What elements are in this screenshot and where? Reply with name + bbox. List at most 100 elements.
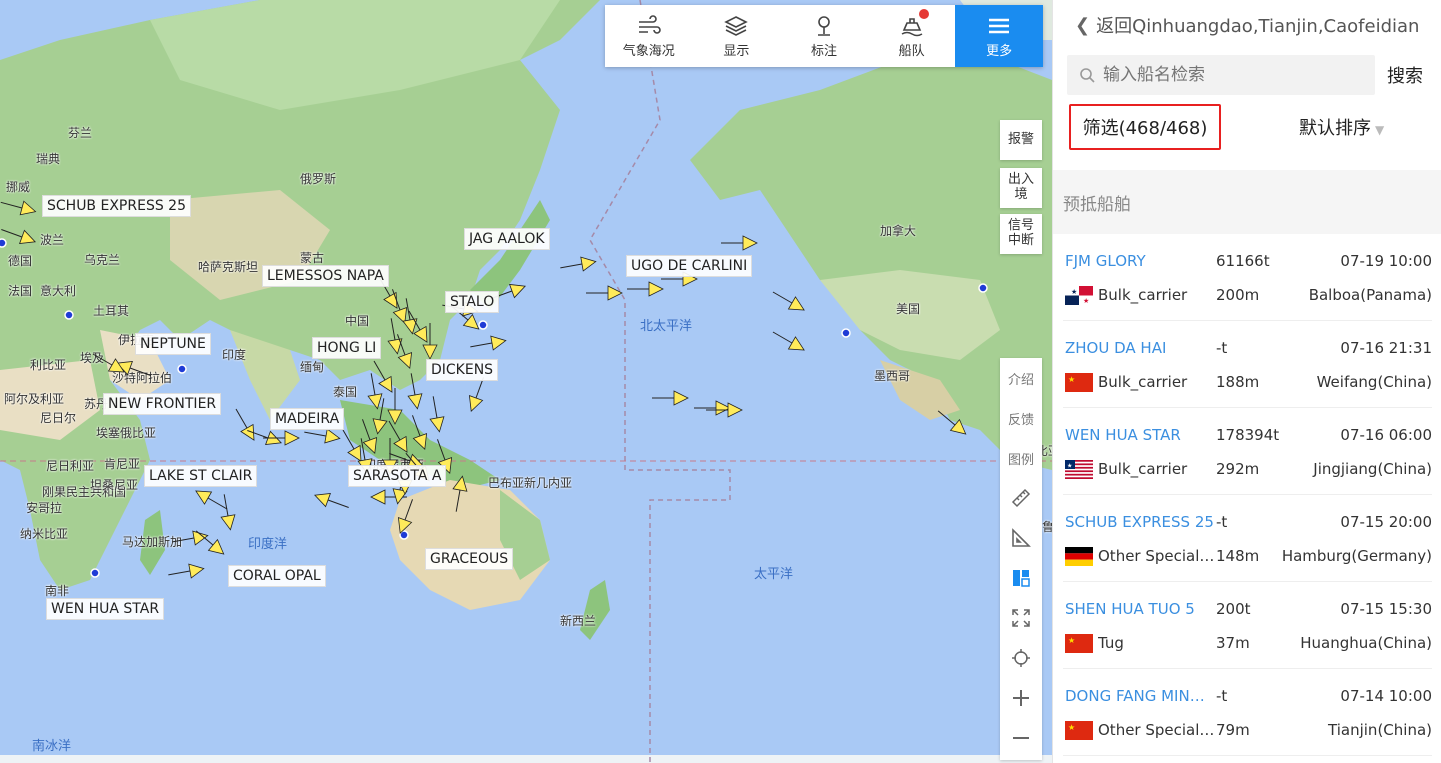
- ship-tag[interactable]: JAG AALOK: [464, 228, 550, 250]
- ship-marker: [188, 563, 205, 579]
- legend-button[interactable]: 图例: [1000, 438, 1042, 478]
- sort-dropdown[interactable]: 默认排序 ▼: [1299, 114, 1384, 140]
- ship-marker: [383, 291, 398, 309]
- ship-marker: [314, 492, 331, 508]
- ship-list-item[interactable]: SCHUB EXPRESS 25 -t 07-15 20:00 Other Speci…: [1063, 495, 1432, 582]
- map-toolbar: 气象海况 显示 标注 船队 更多: [605, 5, 1043, 67]
- ship-heading-line: [379, 398, 385, 421]
- ship-length: 292m: [1216, 460, 1260, 478]
- ship-tag[interactable]: GRACEOUS: [425, 548, 514, 570]
- feedback-button[interactable]: 反馈: [1000, 398, 1042, 438]
- ship-tag[interactable]: MADEIRA: [270, 408, 345, 430]
- ship-name-link[interactable]: SCHUB EXPRESS 25: [1065, 513, 1215, 531]
- filter-button[interactable]: 筛选(468/468): [1069, 104, 1221, 150]
- ship-origin-port: Jingjiang(China): [1313, 460, 1432, 478]
- eta-time: 07-14 10:00: [1340, 687, 1432, 705]
- ship-name-link[interactable]: ZHOU DA HAI: [1065, 339, 1215, 357]
- toolbar-label: 气象海况: [622, 43, 675, 59]
- ship-tag[interactable]: WEN HUA STAR: [46, 598, 165, 620]
- ship-marker: [370, 489, 386, 505]
- ship-tag[interactable]: SARASOTA A: [348, 465, 447, 487]
- ship-length: 79m: [1216, 721, 1250, 739]
- ship-marker: [787, 336, 805, 351]
- ship-marker: [673, 390, 689, 406]
- search-button[interactable]: 搜索: [1387, 62, 1423, 88]
- ship-marker: [412, 433, 428, 450]
- ship-length: 200m: [1216, 286, 1260, 304]
- zoom-out-button[interactable]: [1000, 718, 1042, 758]
- legend-label: 图例: [1007, 452, 1034, 468]
- ship-name-link[interactable]: FJM GLORY: [1065, 252, 1215, 270]
- ship-tag[interactable]: LEMESSOS NAPA: [262, 265, 389, 287]
- ship-tag[interactable]: HONG LI: [312, 337, 382, 359]
- ship-heading-line: [432, 396, 438, 419]
- svg-text:★: ★: [1068, 723, 1075, 732]
- border-crossing-button[interactable]: 出入境: [1000, 168, 1042, 208]
- ship-marker: [195, 490, 213, 505]
- ship-marker: [490, 335, 507, 351]
- annotate-button[interactable]: 标注: [780, 5, 868, 67]
- toolbar-label: 更多: [986, 43, 1013, 59]
- fleet-button[interactable]: 船队: [868, 5, 956, 67]
- ship-heading-line: [362, 419, 371, 441]
- ship-heading-line: [1, 229, 23, 238]
- ship-heading-line: [304, 431, 327, 437]
- notification-dot: [919, 9, 930, 19]
- ship-tag[interactable]: NEW FRONTIER: [103, 393, 222, 415]
- area-measure-button[interactable]: [1000, 518, 1042, 558]
- intro-button[interactable]: 介绍: [1000, 358, 1042, 398]
- ship-tag[interactable]: LAKE ST CLAIR: [144, 465, 258, 487]
- fullscreen-icon: [1012, 609, 1030, 627]
- ship-search-input[interactable]: [1101, 64, 1355, 86]
- fullscreen-button[interactable]: [1000, 598, 1042, 638]
- ship-list-item[interactable]: WEN HUA STAR 178394t 07-16 06:00 ★ Bulk_carr…: [1063, 408, 1432, 495]
- ship-heading-line: [168, 570, 191, 576]
- ship-tag[interactable]: SCHUB EXPRESS 25: [42, 195, 191, 217]
- ship-length: 188m: [1216, 373, 1260, 391]
- ship-list-item[interactable]: ZHOU DA HAI -t 07-16 21:31 ★ Bulk_carrier 188…: [1063, 321, 1432, 408]
- ship-origin-port: Weifang(China): [1316, 373, 1432, 391]
- caret-down-icon: ▼: [1375, 123, 1385, 137]
- ship-tag[interactable]: DICKENS: [426, 359, 499, 381]
- weather-button[interactable]: 气象海况: [605, 5, 693, 67]
- section-title: 预抵船舶: [1053, 170, 1441, 234]
- eta-time: 07-16 06:00: [1340, 426, 1432, 444]
- ship-origin-port: Huanghua(China): [1300, 634, 1432, 652]
- ship-marker: [265, 430, 282, 446]
- ship-heading-line: [437, 439, 446, 461]
- ship-tag[interactable]: CORAL OPAL: [228, 565, 326, 587]
- more-button[interactable]: 更多: [955, 5, 1043, 67]
- ship-name-link[interactable]: WEN HUA STAR: [1065, 426, 1215, 444]
- ship-type: Other Special Ship: [1098, 721, 1216, 739]
- svg-text:★: ★: [1068, 375, 1075, 384]
- ship-list-item[interactable]: DONG FANG MING ZHU-t 07-14 10:00 ★ Other Sp…: [1063, 669, 1432, 756]
- chevron-left-icon: ❮: [1075, 14, 1091, 36]
- zoom-in-button[interactable]: [1000, 678, 1042, 718]
- locate-button[interactable]: [1000, 638, 1042, 678]
- ruler-button[interactable]: [1000, 478, 1042, 518]
- map-canvas[interactable]: 芬兰 瑞典 挪威 俄罗斯 波兰 德国 乌克兰 意大利 法国 土耳其 哈萨克斯坦 …: [0, 0, 1052, 763]
- ship-type: Bulk_carrier: [1098, 460, 1188, 478]
- ship-marker: [19, 200, 37, 216]
- signal-loss-button[interactable]: 信号 中断: [1000, 214, 1042, 254]
- ship-marker: [19, 229, 36, 245]
- layout-button[interactable]: [1000, 558, 1042, 598]
- ship-origin-port: Tianjin(China): [1328, 721, 1432, 739]
- ship-heading-line: [327, 499, 349, 508]
- ship-tag[interactable]: NEPTUNE: [135, 333, 211, 355]
- ship-tonnage: -t: [1216, 687, 1228, 705]
- ship-marker: [648, 281, 664, 297]
- back-button[interactable]: ❮ 返回Qinhuangdao,Tianjin,Caofeidian: [1053, 0, 1441, 50]
- alarm-button[interactable]: 报警: [1000, 120, 1042, 160]
- ship-name-link[interactable]: SHEN HUA TUO 5: [1065, 600, 1215, 618]
- ship-heading-line: [470, 342, 493, 348]
- ship-tag[interactable]: UGO DE CARLINI: [626, 255, 753, 277]
- ship-list-item[interactable]: SHEN HUA TUO 5 200t 07-15 15:30 ★ Tug 37m Huan…: [1063, 582, 1432, 669]
- eta-time: 07-16 21:31: [1340, 339, 1432, 357]
- display-button[interactable]: 显示: [693, 5, 781, 67]
- ship-marker: [284, 430, 300, 446]
- signal-label: 信号: [1007, 218, 1034, 233]
- ship-tag[interactable]: STALO: [445, 291, 500, 313]
- ship-name-link[interactable]: DONG FANG MING ZHU: [1065, 687, 1215, 705]
- ship-list-item[interactable]: FJM GLORY 61166t 07-19 10:00 ★ ★ Bulk_carrier…: [1063, 234, 1432, 321]
